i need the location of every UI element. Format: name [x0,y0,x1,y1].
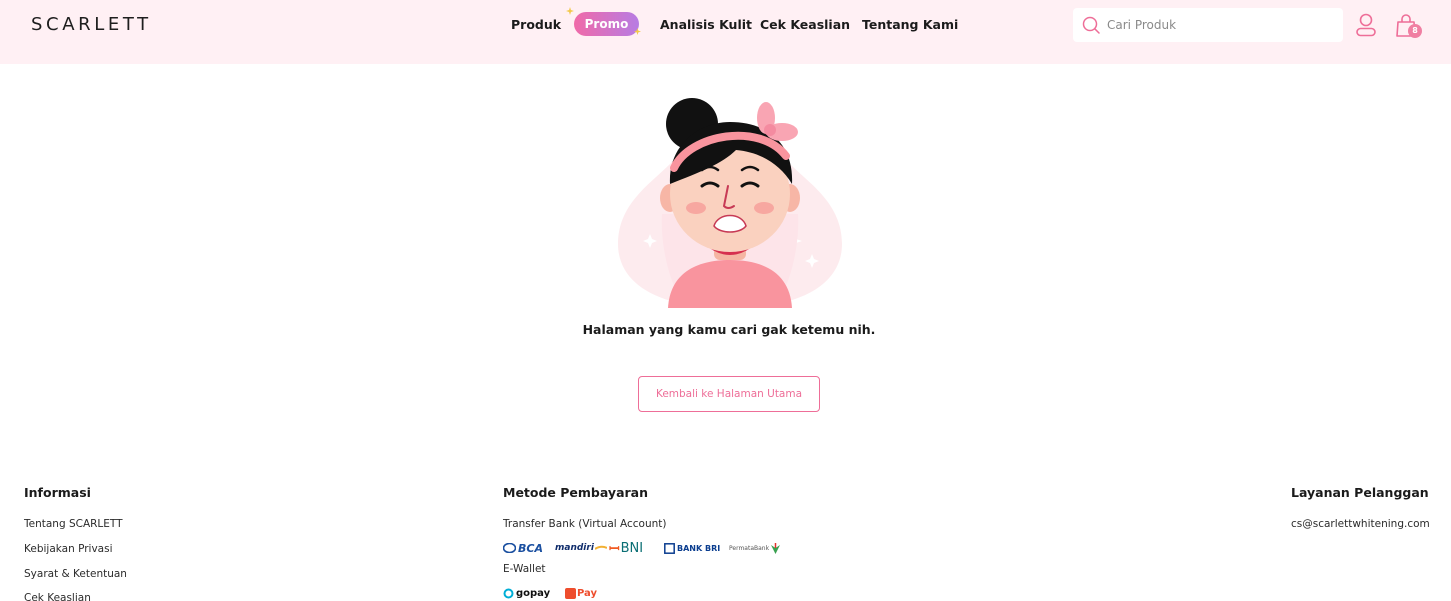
ewallet-label: E-Wallet [503,563,546,575]
footer-link-syarat[interactable]: Syarat & Ketentuan [24,568,127,580]
footer-service-heading: Layanan Pelanggan [1291,485,1429,500]
footer-info-heading: Informasi [24,485,91,500]
bca-icon [503,543,516,553]
bni-logo-text: BNI [620,540,644,556]
customer-service-email[interactable]: cs@scarlettwhitening.com [1291,518,1430,530]
footer-payment-heading: Metode Pembayaran [503,485,649,500]
bni-mark-icon: ꟷ [609,542,620,557]
back-to-home-button[interactable]: Kembali ke Halaman Utama [638,376,820,412]
footer-link-cek-keaslian[interactable]: Cek Keaslian [24,592,91,601]
not-found-message: Halaman yang kamu cari gak ketemu nih. [582,322,876,337]
nav-produk[interactable]: Produk [511,17,561,32]
search-input[interactable] [1107,8,1335,42]
sad-girl-illustration [618,98,842,308]
mandiri-logo: mandiri [555,541,607,555]
nav-promo-label: Promo [584,17,629,31]
sparkle-icon [566,7,574,15]
nav-promo[interactable]: Promo [574,12,639,36]
shopeepay-logo-text: Pay [577,587,598,599]
cart-button[interactable]: 8 [1395,13,1423,39]
search-icon[interactable] [1082,16,1100,34]
bca-logo-text: BCA [518,541,543,555]
shopeepay-logo: Pay [565,586,597,600]
search-box [1073,8,1343,42]
bca-logo: BCA [503,541,543,555]
footer-link-tentang[interactable]: Tentang SCARLETT [24,518,123,530]
brand-logo[interactable]: SCARLETT [31,14,152,35]
mandiri-logo-text: mandiri [555,543,594,553]
permata-logo: PermataBank [729,541,781,555]
bank-transfer-label: Transfer Bank (Virtual Account) [503,518,667,530]
bri-icon [664,542,675,554]
gopay-logo: gopay [503,586,550,600]
cart-count-badge: 8 [1408,24,1422,38]
user-icon[interactable] [1355,13,1377,37]
nav-analisis-kulit[interactable]: Analisis Kulit [660,17,752,32]
gopay-logo-text: gopay [516,587,551,599]
mandiri-wave-icon [594,545,607,550]
footer-link-kebijakan[interactable]: Kebijakan Privasi [24,543,113,555]
bri-logo-text: BANK BRI [677,543,721,553]
bni-logo: ꟷ BNI [609,540,644,558]
permata-logo-text: PermataBank [729,544,770,552]
bri-logo: BANK BRI [664,541,720,555]
site-header: SCARLETT Produk Promo Analisis Kulit Cek… [0,0,1451,64]
nav-tentang-kami[interactable]: Tentang Kami [862,17,958,32]
gopay-icon [503,588,514,598]
nav-cek-keaslian[interactable]: Cek Keaslian [760,17,850,32]
shopeepay-icon [565,587,576,599]
permata-leaf-icon [771,542,781,554]
